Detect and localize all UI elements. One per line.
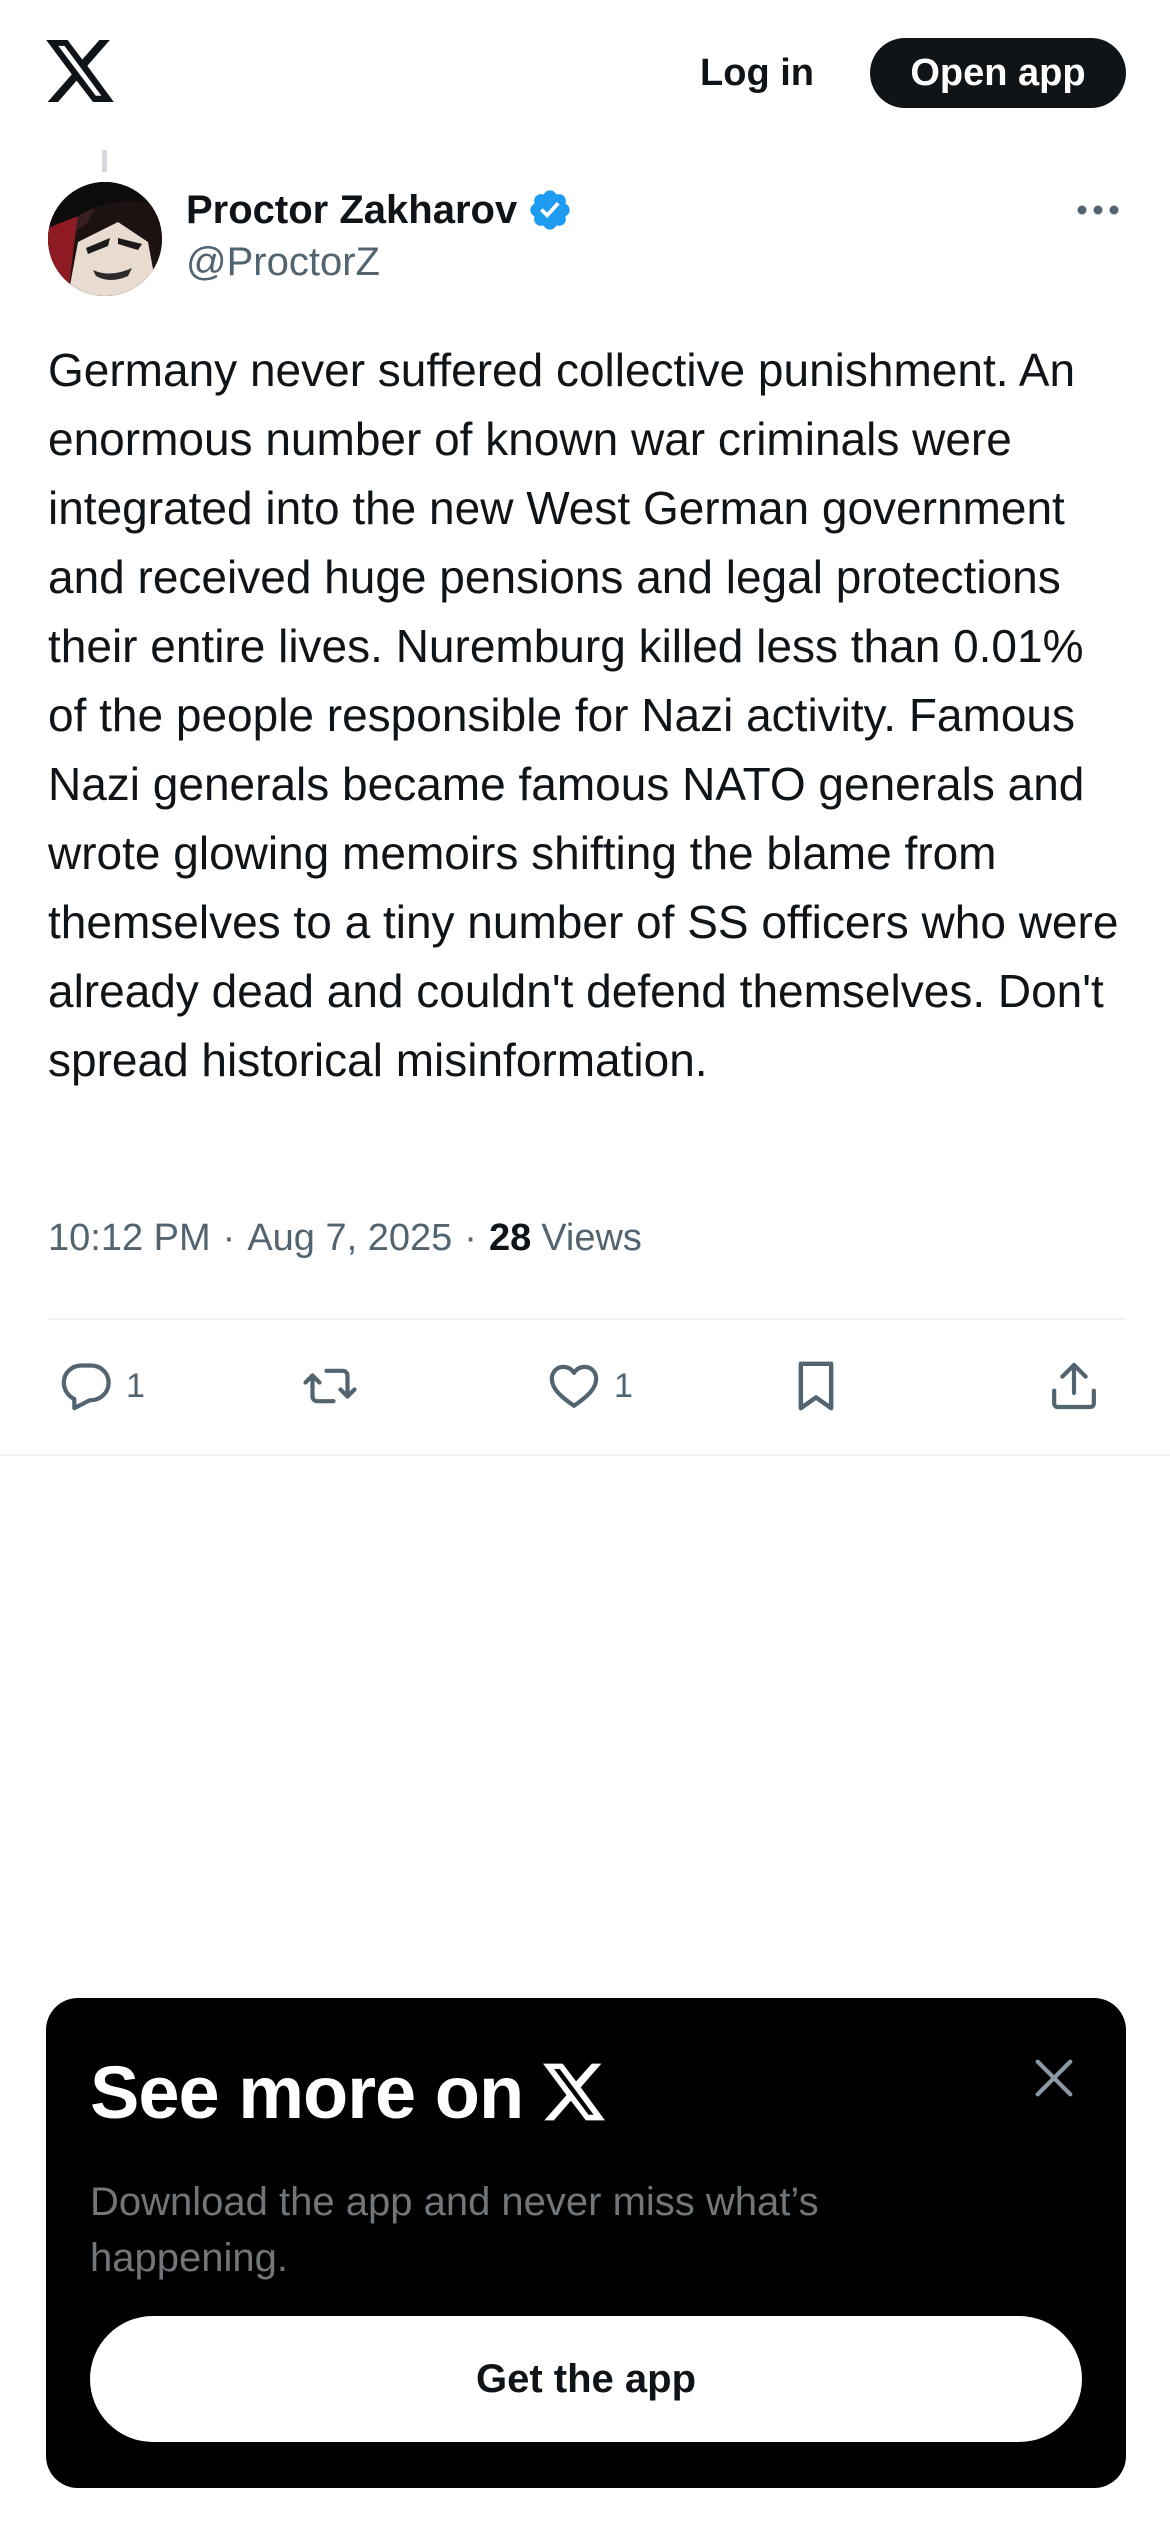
close-icon[interactable] [1026,2050,1082,2106]
post-meta: 10:12 PM · Aug 7, 2025 · 28 Views [48,1208,642,1268]
post-date[interactable]: Aug 7, 2025 [247,1217,452,1260]
like-button[interactable]: 1 [546,1346,633,1426]
retweet-button[interactable] [302,1346,358,1426]
author-handle[interactable]: @ProctorZ [186,240,380,285]
avatar-image [48,182,162,296]
like-icon [549,1364,599,1408]
post-time[interactable]: 10:12 PM [48,1217,211,1260]
more-options-icon[interactable] [1070,190,1126,230]
promo-title-text: See more on [90,2050,524,2134]
share-button[interactable] [1046,1346,1102,1426]
bookmark-icon [798,1361,834,1411]
thread-connector-line [102,150,107,172]
verified-badge-icon [530,190,570,230]
views-label: Views [541,1216,642,1259]
divider [48,1318,1126,1320]
meta-separator: · [222,1216,236,1259]
promo-subtitle: Download the app and never miss what’s h… [90,2180,819,2280]
avatar[interactable] [48,182,162,296]
reply-icon [61,1363,111,1411]
x-logo-icon[interactable] [46,40,114,102]
views-count: 28 [488,1216,532,1259]
post-text: Germany never suffered collective punish… [48,344,1119,1086]
top-bar: Log in Open app [0,0,1170,140]
bookmark-button[interactable] [788,1346,844,1426]
author-name-row[interactable]: Proctor Zakharov [186,180,573,240]
reply-count: 1 [126,1366,145,1405]
app-promo-card: See more on Download the app and never m… [46,1998,1126,2488]
share-icon [1052,1362,1096,1410]
open-app-button[interactable]: Open app [870,38,1126,108]
author-name[interactable]: Proctor Zakharov [186,188,517,233]
get-app-button[interactable]: Get the app [90,2316,1082,2442]
promo-title: See more on [90,2044,606,2140]
action-bar: 1 1 [48,1346,1126,1426]
like-count: 1 [614,1366,633,1405]
x-logo-icon [543,2063,606,2121]
meta-separator: · [464,1216,477,1259]
login-button[interactable]: Log in [672,40,842,106]
retweet-icon [303,1368,357,1404]
reply-button[interactable]: 1 [58,1346,145,1426]
divider [0,1454,1170,1456]
